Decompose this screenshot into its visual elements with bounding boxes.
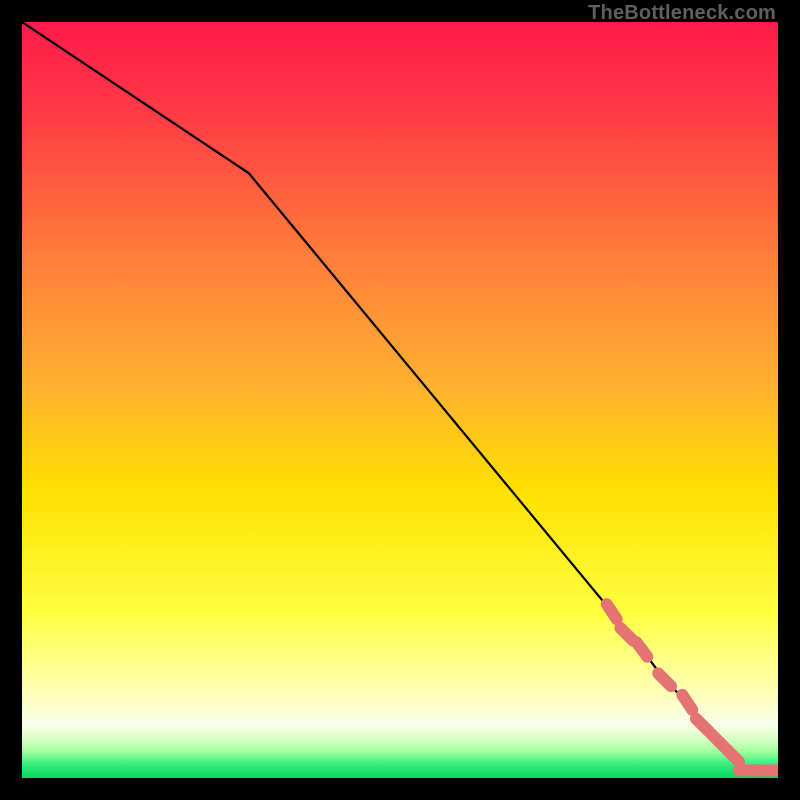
curve-marker (682, 695, 692, 710)
curve-layer (22, 22, 778, 778)
curve-marker (620, 628, 633, 641)
plot-area (22, 22, 778, 778)
curve-marker (726, 749, 739, 762)
curve-marker (607, 604, 617, 619)
curve-marker (711, 734, 724, 747)
bottleneck-curve (22, 22, 778, 770)
curve-marker (658, 673, 671, 686)
curve-marker (696, 719, 709, 732)
chart-container: { "watermark": "TheBottleneck.com", "col… (0, 0, 800, 800)
curve-marker (637, 642, 648, 656)
